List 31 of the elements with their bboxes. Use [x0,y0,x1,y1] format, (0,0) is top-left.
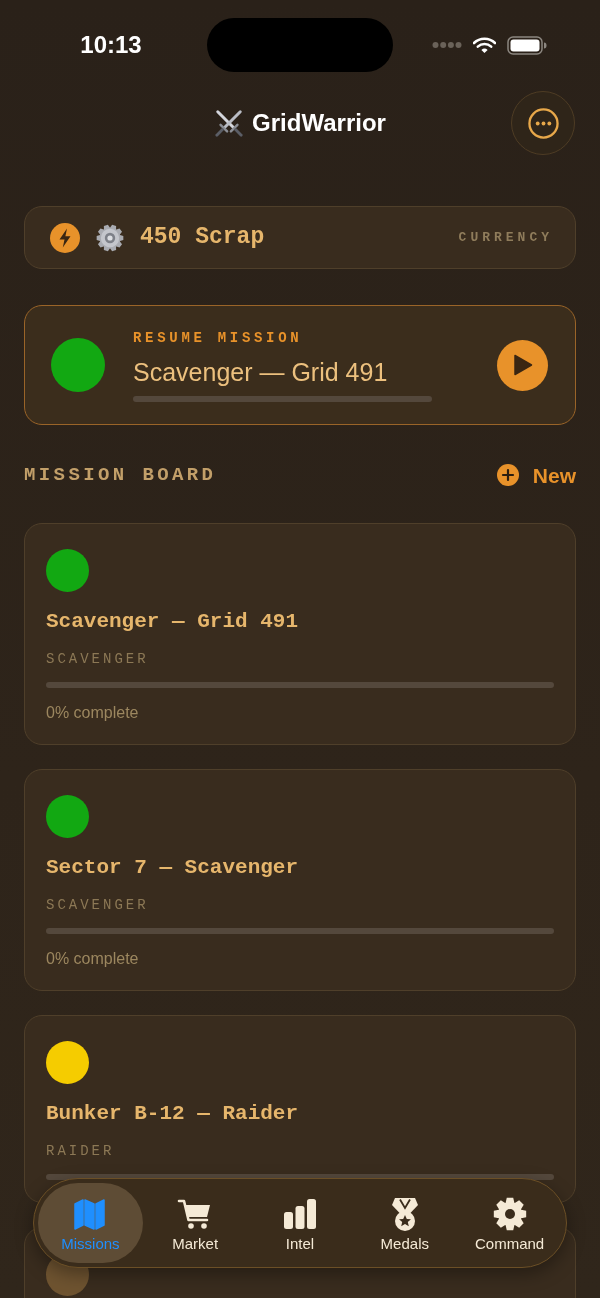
progress-text: 0% complete [46,704,140,722]
new-button[interactable]: New [496,464,576,486]
wifi-icon [473,36,496,54]
mission-type: RAIDER [46,1142,116,1160]
play-button[interactable] [497,339,548,391]
resume-title: Scavenger — Grid 491 [133,356,389,387]
resume-label: RESUME MISSION [133,328,304,347]
app-title: GridWarrior [252,111,386,135]
lightning-icon [50,222,80,253]
mission-title: Sector 7 — Scavenger [46,855,300,881]
play-icon [512,354,533,376]
mission-title: Bunker B-12 — Raider [46,1101,300,1127]
crossed-swords-icon [214,108,245,138]
ellipsis-icon [527,107,559,139]
mission-card[interactable]: Sector 7 — Scavenger SCAVENGER 0% complete [24,769,576,991]
signal-icon [432,41,462,49]
mission-card[interactable]: Scavenger — Grid 491 SCAVENGER 0% complete [24,523,576,745]
currency-amount: 450 Scrap [140,226,265,249]
currency-label: CURRENCY [458,228,553,247]
mission-type: SCAVENGER [46,650,150,668]
progress-text: 0% complete [46,950,140,968]
battery-icon [507,35,547,55]
plus-icon [496,464,519,486]
resume-card[interactable]: RESUME MISSION Scavenger — Grid 491 [24,305,576,425]
mission-title: Scavenger — Grid 491 [46,609,300,635]
section-title: MISSION BOARD [24,462,217,488]
status-time: 10:13 [80,33,142,57]
gear-icon [96,223,124,252]
bar-chart-icon [282,1196,318,1232]
mission-type: SCAVENGER [46,896,150,914]
gear-icon [491,1196,528,1232]
